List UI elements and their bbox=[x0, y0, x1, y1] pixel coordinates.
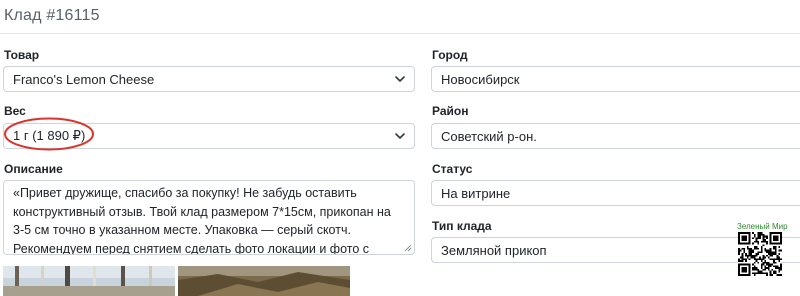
district-field: Советский р-он. bbox=[431, 123, 800, 149]
photo-thumbnail[interactable] bbox=[178, 266, 350, 296]
header-divider bbox=[0, 33, 800, 34]
ground-photo bbox=[178, 266, 350, 296]
resize-grip-icon[interactable] bbox=[404, 244, 412, 252]
district-label: Район bbox=[432, 104, 469, 118]
description-line: «Привет дружище, спасибо за покупку! Не … bbox=[13, 186, 357, 200]
product-label: Товар bbox=[4, 48, 40, 62]
city-label: Город bbox=[432, 48, 468, 62]
description-line: конструктивный отзыв. Твой клад размером… bbox=[13, 204, 391, 219]
description-line: Рекомендуем перед снятием сделать фото л… bbox=[13, 241, 370, 255]
status-value: На витрине bbox=[441, 185, 511, 201]
cache-type-value: Земляной прикоп bbox=[441, 242, 547, 258]
description-label: Описание bbox=[4, 162, 63, 176]
status-field: На витрине bbox=[431, 180, 800, 206]
forest-photo bbox=[3, 266, 175, 296]
city-field: Новосибирск bbox=[431, 66, 800, 92]
product-select-value: Franco's Lemon Cheese bbox=[13, 71, 155, 87]
product-select[interactable]: Franco's Lemon Cheese bbox=[3, 66, 415, 92]
annotation-circle bbox=[4, 117, 94, 151]
description-line: 3-5 см точно в указанном месте. Упаковка… bbox=[13, 223, 351, 237]
chevron-down-icon bbox=[395, 76, 405, 82]
status-label: Статус bbox=[432, 162, 473, 176]
city-value: Новосибирск bbox=[441, 71, 520, 87]
page-title: Клад #16115 bbox=[4, 7, 100, 24]
qr-code-icon bbox=[738, 232, 782, 276]
photo-thumbnail[interactable] bbox=[3, 266, 175, 296]
description-textarea[interactable]: «Привет дружище, спасибо за покупку! Не … bbox=[3, 180, 415, 255]
chevron-down-icon bbox=[395, 133, 405, 139]
district-value: Советский р-он. bbox=[441, 128, 537, 144]
qr-caption: Зеленый Мир bbox=[737, 222, 788, 231]
cache-type-label: Тип клада bbox=[432, 219, 492, 233]
